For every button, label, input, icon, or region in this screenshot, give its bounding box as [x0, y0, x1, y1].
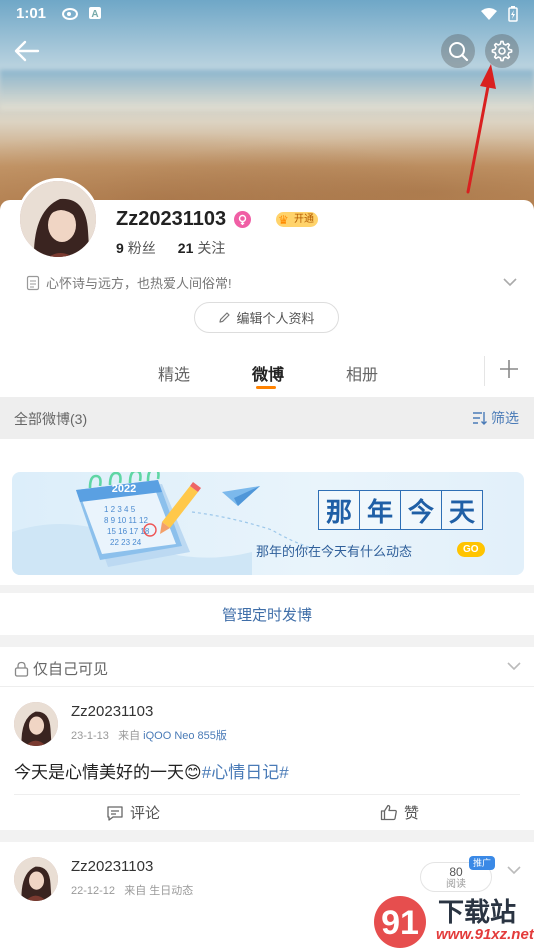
filter-icon — [473, 412, 487, 425]
status-app-icons: A — [62, 6, 102, 20]
comment-icon — [107, 805, 123, 821]
followers-count: 9 — [116, 240, 124, 256]
post-source[interactable]: iQOO Neo 855版 — [143, 730, 227, 742]
banner-title-char: 天 — [441, 490, 483, 530]
profile-bio[interactable]: 心怀诗与远方，也热爱人间俗常! — [26, 273, 232, 292]
back-arrow-icon — [14, 40, 40, 62]
svg-text:15 16 17 18: 15 16 17 18 — [107, 527, 150, 536]
visibility-label: 仅自己可见 — [33, 661, 109, 678]
weibo-icon — [62, 8, 78, 20]
profile-stats: 9 粉丝 21 关注 — [116, 238, 225, 258]
banner-title-char: 那 — [318, 490, 360, 530]
lock-icon — [14, 661, 29, 677]
avatar-illustration — [14, 702, 58, 746]
post-date: 22-12-12 — [71, 885, 116, 897]
comment-label: 评论 — [130, 805, 161, 822]
comment-button[interactable]: 评论 — [106, 802, 160, 823]
post-username[interactable]: Zz20231103 — [71, 703, 153, 720]
status-time: 1:01 — [16, 5, 47, 22]
svg-text:91: 91 — [381, 904, 419, 942]
tab-weibo[interactable]: 微博 — [252, 361, 284, 385]
banner-title-char: 今 — [400, 490, 442, 530]
like-button[interactable]: 赞 — [380, 802, 419, 823]
edit-profile-button[interactable]: 编辑个人资料 — [194, 302, 339, 333]
tab-featured[interactable]: 精选 — [158, 361, 190, 385]
vip-open-badge[interactable]: ♛ 开通 — [276, 212, 318, 227]
back-button[interactable] — [12, 36, 42, 66]
post-hashtag[interactable]: #心情日记# — [202, 763, 289, 782]
banner-title-char: 年 — [359, 490, 401, 530]
banner-title: 那 年 今 天 — [318, 490, 483, 530]
edit-profile-label: 编辑个人资料 — [236, 311, 315, 326]
post-text-main: 今天是心情美好的一天😊 — [14, 763, 202, 782]
svg-text:22 23 24: 22 23 24 — [110, 538, 142, 547]
post-meta: 23-1-13 来自 iQOO Neo 855版 — [71, 727, 227, 743]
profile-avatar[interactable] — [17, 178, 99, 260]
thumbs-up-icon — [380, 804, 397, 821]
scheduled-posts-row[interactable]: 管理定时发博 — [0, 593, 534, 635]
gear-icon — [491, 40, 513, 62]
post-from-prefix: 来自 — [118, 730, 141, 742]
post-visibility: 仅自己可见 — [14, 658, 108, 679]
post-source[interactable]: 生日动态 — [149, 885, 193, 897]
chevron-down-icon[interactable] — [502, 276, 518, 288]
annotation-arrow — [466, 64, 496, 194]
cover-sea — [0, 70, 534, 110]
status-right — [480, 6, 518, 22]
post-text: 今天是心情美好的一天😊#心情日记# — [14, 758, 289, 783]
a-icon: A — [89, 7, 101, 20]
scheduled-posts-label: 管理定时发博 — [221, 607, 312, 624]
all-posts-count: 全部微博(3) — [14, 411, 88, 427]
filter-button[interactable]: 筛选 — [472, 408, 519, 428]
like-label: 赞 — [404, 805, 420, 822]
profile-username: Zz20231103 — [116, 208, 227, 230]
svg-text:1 2 3 4 5: 1 2 3 4 5 — [104, 505, 136, 514]
tab-divider — [484, 356, 485, 386]
wifi-icon — [481, 8, 497, 20]
post-menu-chevron-icon[interactable] — [506, 660, 522, 672]
watermark-text: 下载站 — [438, 897, 517, 927]
posts-filter-bar: 全部微博(3) 筛选 — [0, 397, 534, 439]
document-icon — [26, 275, 40, 290]
bio-text: 心怀诗与远方，也热爱人间俗常! — [46, 276, 232, 291]
pencil-icon — [219, 312, 231, 323]
tab-active-indicator — [256, 386, 276, 389]
followers-stat[interactable]: 9 粉丝 — [116, 238, 156, 258]
crown-icon: ♛ — [278, 213, 289, 227]
followers-label: 粉丝 — [127, 240, 156, 256]
battery-icon — [508, 6, 518, 22]
profile-tabs: 精选 微博 相册 — [0, 350, 534, 396]
post-avatar[interactable] — [14, 857, 58, 901]
svg-text:8 9 10 11 12: 8 9 10 11 12 — [104, 516, 148, 525]
post-avatar[interactable] — [14, 702, 58, 746]
plus-icon[interactable] — [498, 358, 520, 380]
post-meta: 22-12-12 来自 生日动态 — [71, 882, 193, 898]
tab-album[interactable]: 相册 — [346, 361, 378, 385]
calendar-year: 2022 — [112, 483, 136, 495]
following-label: 关注 — [197, 240, 226, 256]
post-menu-chevron-icon[interactable] — [506, 864, 522, 876]
post-date: 23-1-13 — [71, 730, 109, 742]
avatar-illustration — [14, 857, 58, 901]
vip-label: 开通 — [294, 214, 314, 225]
post-from-prefix: 来自 — [124, 885, 147, 897]
divider — [0, 686, 534, 687]
following-count: 21 — [177, 240, 194, 256]
following-stat[interactable]: 21 关注 — [178, 238, 226, 258]
filter-label: 筛选 — [491, 410, 519, 426]
divider — [14, 794, 520, 795]
banner-go-button[interactable]: GO — [457, 542, 485, 557]
post-username[interactable]: Zz20231103 — [71, 858, 153, 875]
promote-badge[interactable]: 推广 — [469, 856, 496, 870]
status-bar: 1:01 A — [0, 0, 534, 30]
watermark-url: www.91xz.net — [436, 926, 534, 943]
female-gender-icon — [234, 211, 251, 228]
search-icon — [449, 42, 469, 62]
banner-subtitle: 那年的你在今天有什么动态 — [256, 545, 413, 560]
svg-text:A: A — [91, 9, 98, 20]
